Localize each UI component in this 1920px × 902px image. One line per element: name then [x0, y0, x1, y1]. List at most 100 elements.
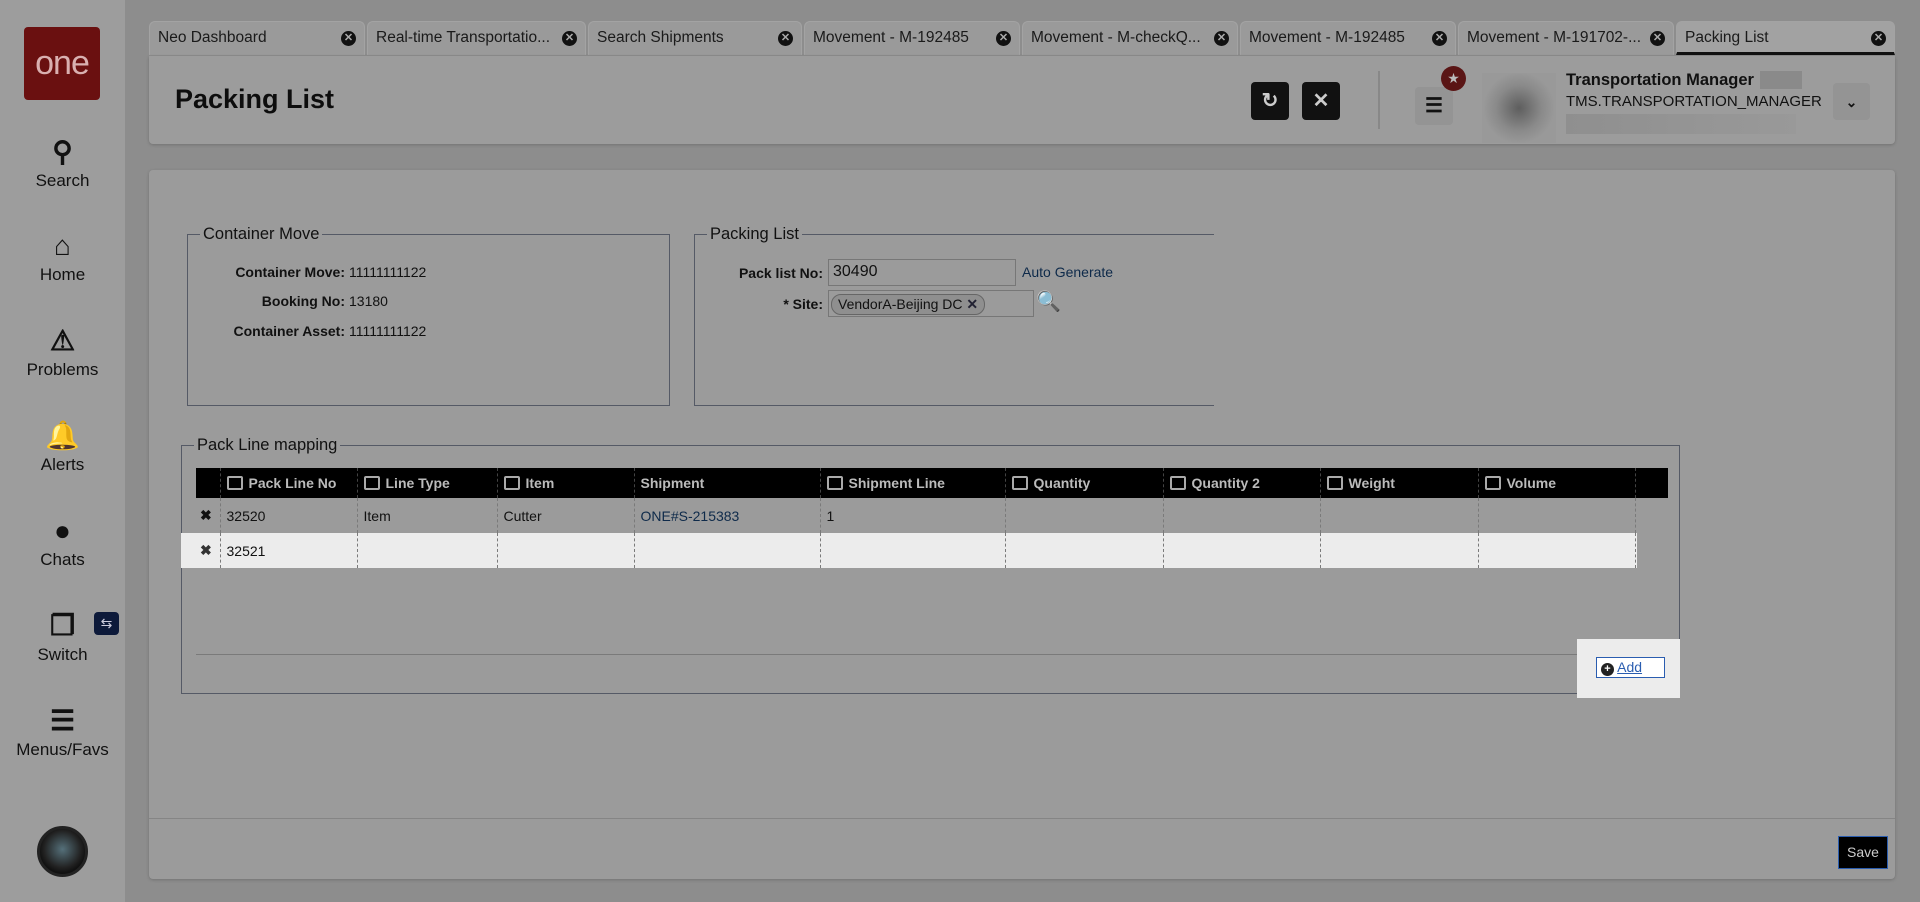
column-header-shipment-line[interactable]: Shipment Line [820, 468, 1006, 498]
user-avatar[interactable] [37, 826, 88, 877]
cell-shipment-line[interactable]: 1 [820, 498, 1006, 533]
user-dropdown-button[interactable]: ⌄ [1833, 83, 1870, 120]
pack-lines-table: Pack Line No Line Type Item Shipment Shi… [196, 468, 1668, 568]
redacted-block [1566, 114, 1796, 134]
column-header-shipment[interactable]: Shipment [634, 468, 821, 498]
close-button[interactable]: ✕ [1302, 82, 1340, 120]
column-header-quantity[interactable]: Quantity [1005, 468, 1164, 498]
delete-row-icon[interactable]: ✖ [196, 498, 221, 533]
cell-quantity[interactable] [1005, 533, 1164, 568]
close-tab-icon[interactable]: ✕ [1650, 31, 1665, 46]
cell-quantity-2[interactable] [1163, 498, 1321, 533]
hamburger-icon: ☰ [1425, 95, 1443, 117]
cell-pack-line-no[interactable]: 32521 [220, 533, 358, 568]
edit-icon [1011, 476, 1028, 490]
close-tab-icon[interactable]: ✕ [996, 31, 1011, 46]
plus-circle-icon: + [1601, 663, 1614, 676]
cell-volume[interactable] [1478, 533, 1636, 568]
footer-divider [149, 818, 1895, 819]
cell-pack-line-no[interactable]: 32520 [220, 498, 358, 533]
cell-item[interactable]: Cutter [497, 498, 635, 533]
tab-packing-list[interactable]: Packing List ✕ [1676, 21, 1895, 55]
add-button[interactable]: + Add [1596, 657, 1665, 678]
close-tab-icon[interactable]: ✕ [562, 31, 577, 46]
sidebar: one ⚲ Search ⌂ Home ⚠ Problems 🔔 Alerts ● Cha… [0, 0, 125, 902]
warning-icon: ⚠ [49, 325, 76, 356]
table-header-row: Pack Line No Line Type Item Shipment Shi… [196, 468, 1668, 498]
edit-icon [1326, 476, 1343, 490]
close-tab-icon[interactable]: ✕ [1871, 31, 1886, 46]
chat-icon: ● [54, 515, 71, 546]
container-asset-label: Container Asset: [233, 323, 345, 339]
search-icon: ⚲ [52, 136, 73, 167]
table-row[interactable]: ✖ 32520 Item Cutter ONE#S-215383 1 [196, 498, 1668, 533]
edit-icon [226, 476, 243, 490]
delete-row-icon[interactable]: ✖ [196, 533, 221, 568]
edit-icon [1169, 476, 1186, 490]
tab-movement-191702[interactable]: Movement - M-191702-... ✕ [1458, 21, 1674, 55]
edit-icon [826, 476, 843, 490]
cell-volume[interactable] [1478, 498, 1636, 533]
section-title: Container Move [203, 225, 320, 243]
sidebar-item-menus-favs[interactable]: ☰ Menus/Favs [0, 704, 125, 760]
column-header-weight[interactable]: Weight [1320, 468, 1479, 498]
bell-icon: 🔔 [45, 420, 80, 451]
tab-movement-2[interactable]: Movement - M-192485 ✕ [1240, 21, 1456, 55]
table-row[interactable]: ✖ 32521 [196, 533, 1668, 568]
pack-list-no-input[interactable]: 30490 [828, 259, 1016, 286]
close-tab-icon[interactable]: ✕ [778, 31, 793, 46]
column-header-item[interactable]: Item [497, 468, 635, 498]
cell-quantity[interactable] [1005, 498, 1164, 533]
cell-shipment-line[interactable] [820, 533, 1006, 568]
sidebar-item-search[interactable]: ⚲ Search [0, 135, 125, 191]
container-move-section: Container Move [187, 225, 670, 406]
close-tab-icon[interactable]: ✕ [1214, 31, 1229, 46]
redacted-block [1760, 71, 1802, 89]
close-tab-icon[interactable]: ✕ [1432, 31, 1447, 46]
close-tab-icon[interactable]: ✕ [341, 31, 356, 46]
menu-button[interactable]: ☰ [1415, 87, 1453, 125]
site-label: * Site: [783, 296, 823, 312]
tab-neo-dashboard[interactable]: Neo Dashboard ✕ [149, 21, 365, 55]
divider [1378, 71, 1380, 129]
column-header-volume[interactable]: Volume [1478, 468, 1636, 498]
container-move-label: Container Move: [235, 264, 345, 280]
site-input[interactable]: VendorA-Beijing DC ✕ [828, 290, 1034, 317]
cell-quantity-2[interactable] [1163, 533, 1321, 568]
column-header-pack-line-no[interactable]: Pack Line No [220, 468, 358, 498]
cell-item[interactable] [497, 533, 635, 568]
save-button[interactable]: Save [1838, 836, 1888, 869]
remove-chip-icon[interactable]: ✕ [966, 296, 978, 312]
section-title: Pack Line mapping [197, 436, 338, 454]
sidebar-item-alerts[interactable]: 🔔 Alerts [0, 419, 125, 475]
user-photo [1482, 73, 1556, 143]
cell-shipment[interactable] [634, 533, 821, 568]
pack-list-no-label: Pack list No: [738, 265, 823, 281]
tab-realtime-transportation[interactable]: Real-time Transportatio... ✕ [367, 21, 586, 55]
booking-no-value: 13180 [349, 293, 388, 309]
switch-badge-icon: ⇆ [94, 612, 119, 635]
page-header: Packing List ↻ ✕ ☰ ★ Transportation Mana… [149, 56, 1895, 144]
cell-shipment[interactable]: ONE#S-215383 [634, 498, 821, 533]
column-header-line-type[interactable]: Line Type [357, 468, 498, 498]
booking-no-label: Booking No: [261, 293, 345, 309]
cell-weight[interactable] [1320, 498, 1479, 533]
cell-line-type[interactable] [357, 533, 498, 568]
sidebar-item-problems[interactable]: ⚠ Problems [0, 324, 125, 380]
page-title: Packing List [175, 84, 335, 114]
cell-weight[interactable] [1320, 533, 1479, 568]
sidebar-item-home[interactable]: ⌂ Home [0, 229, 125, 285]
favorites-star-icon[interactable]: ★ [1441, 66, 1466, 91]
zoom-search-icon[interactable]: 🔍 [1036, 289, 1061, 314]
close-icon: ✕ [1312, 90, 1330, 112]
tab-movement-checkq[interactable]: Movement - M-checkQ... ✕ [1022, 21, 1238, 55]
app-logo[interactable]: one [24, 27, 100, 100]
sidebar-item-chats[interactable]: ● Chats [0, 514, 125, 570]
auto-generate-link[interactable]: Auto Generate [1022, 264, 1113, 280]
tab-search-shipments[interactable]: Search Shipments ✕ [588, 21, 802, 55]
cell-line-type[interactable]: Item [357, 498, 498, 533]
tab-movement[interactable]: Movement - M-192485 ✕ [804, 21, 1020, 55]
column-header-quantity-2[interactable]: Quantity 2 [1163, 468, 1321, 498]
refresh-icon: ↻ [1261, 90, 1279, 112]
refresh-button[interactable]: ↻ [1251, 82, 1289, 120]
